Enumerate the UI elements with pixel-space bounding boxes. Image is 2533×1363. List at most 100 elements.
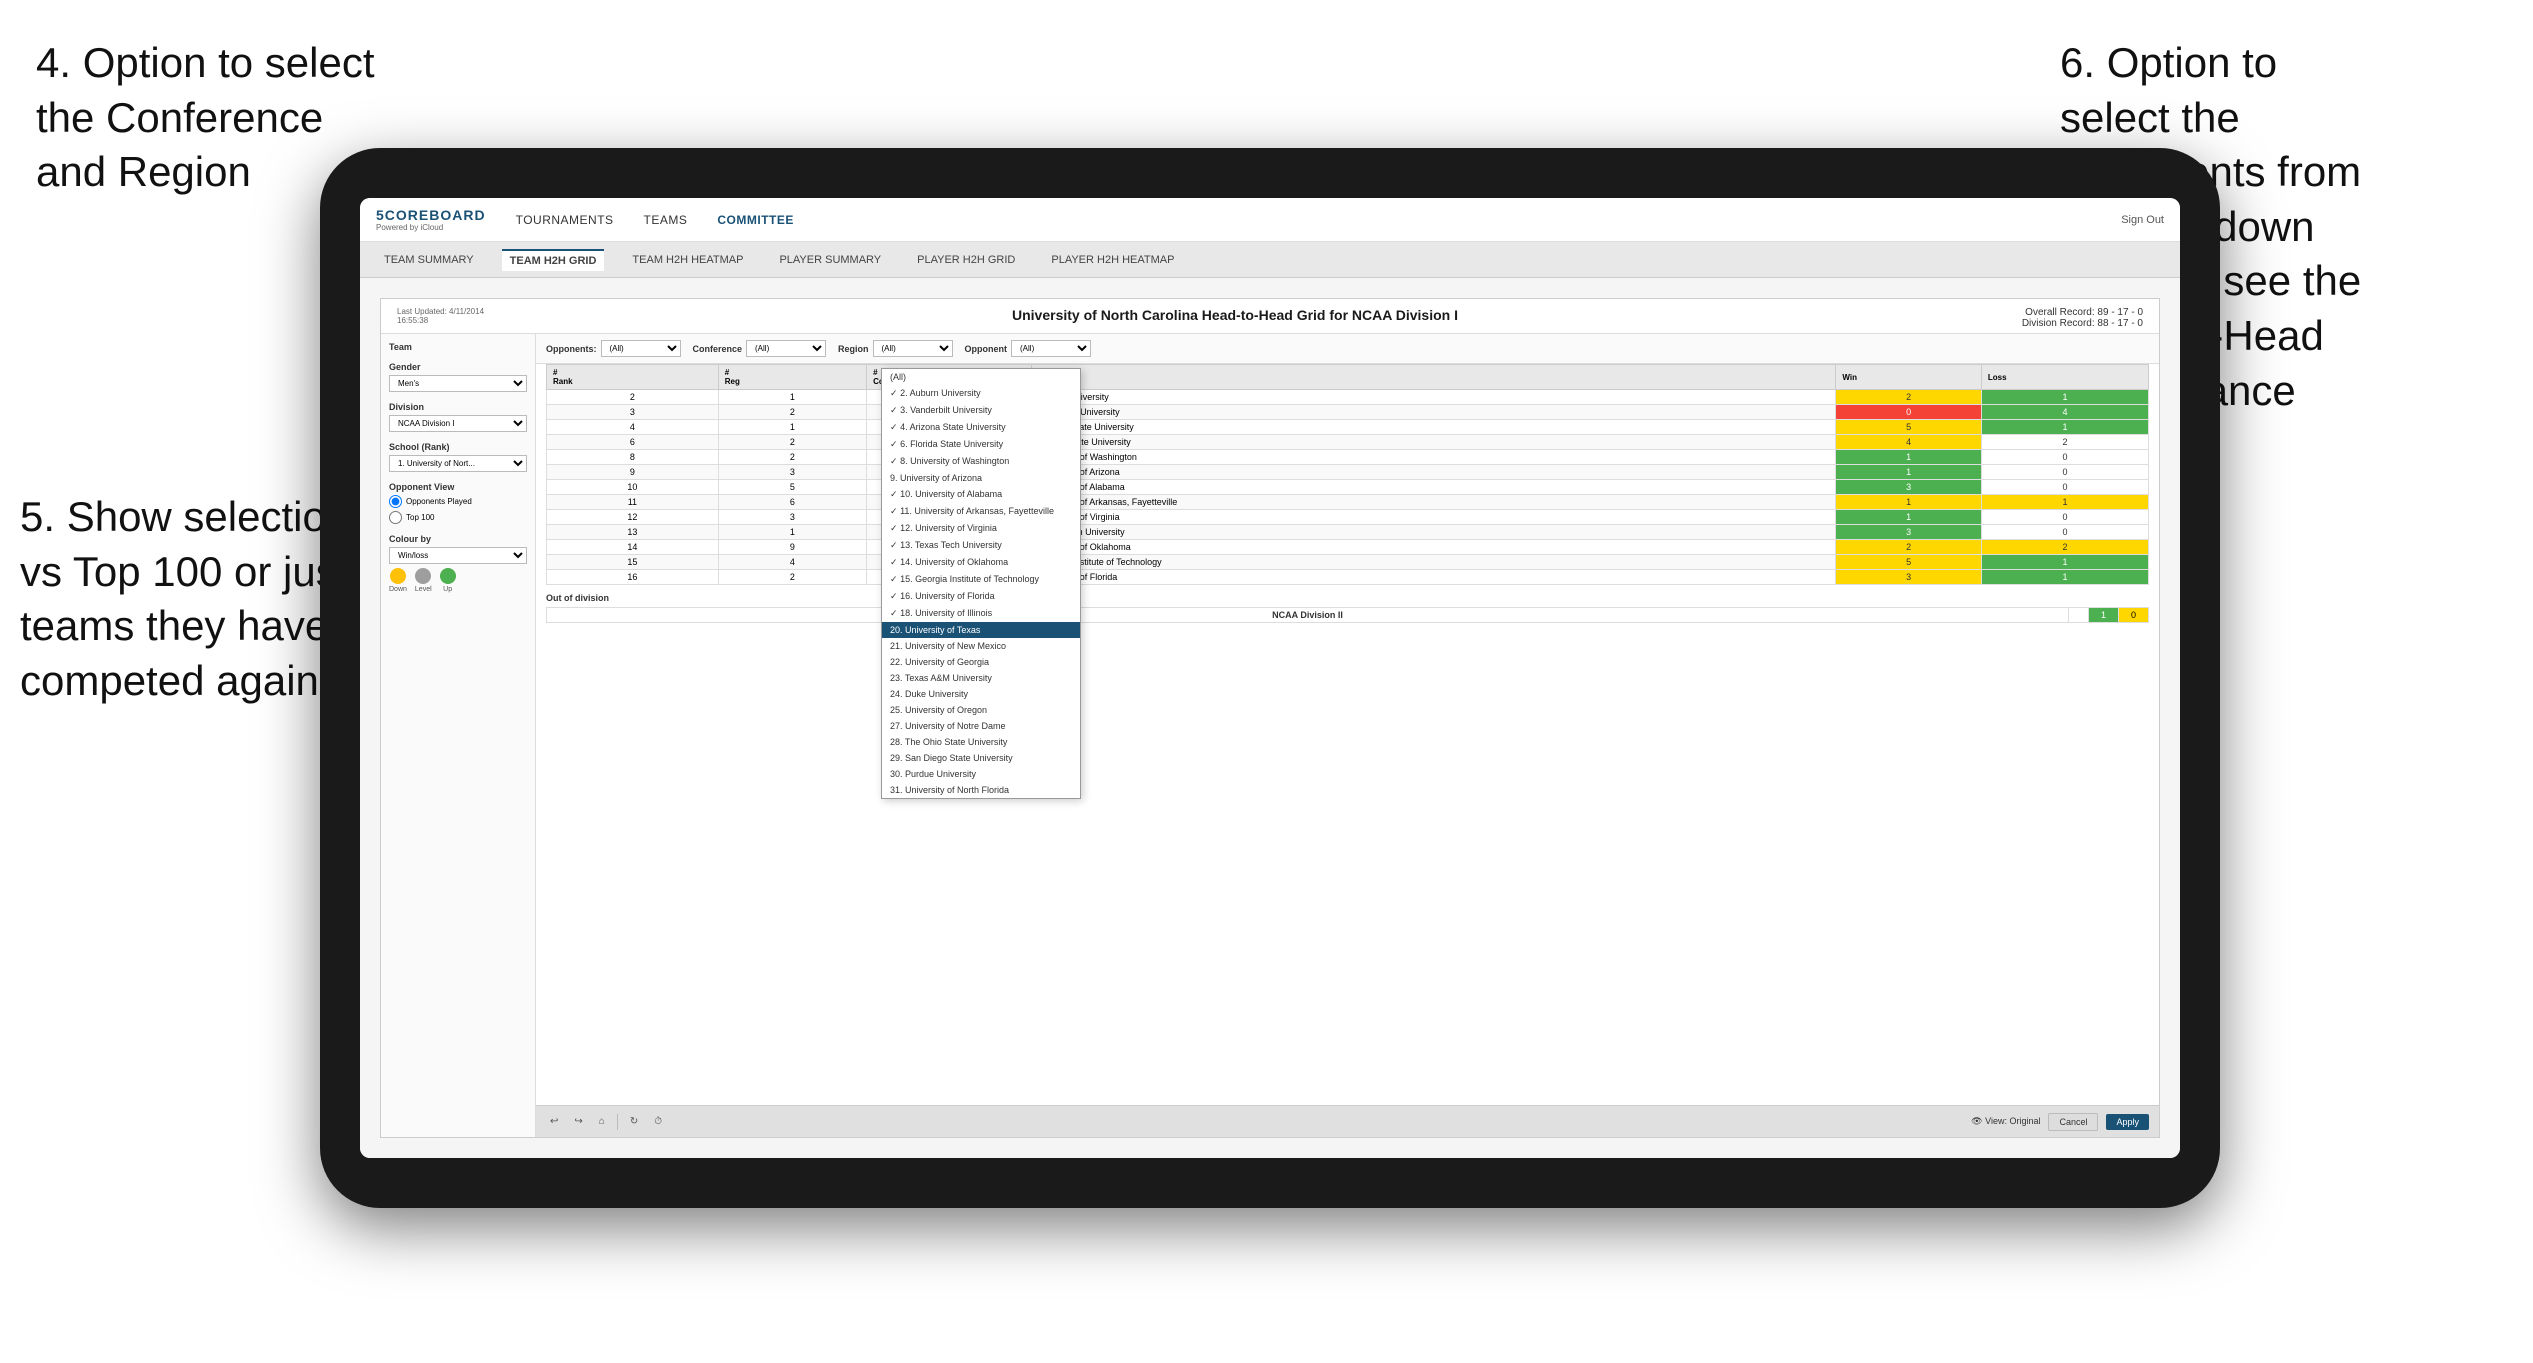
division-label: Division: [389, 402, 527, 412]
dropdown-item-13[interactable]: 13. Texas Tech University: [882, 537, 1080, 554]
tab-team-summary[interactable]: TEAM SUMMARY: [376, 250, 482, 270]
colour-down-label: Down: [389, 586, 407, 593]
colour-level: [415, 568, 431, 584]
cell-reg: 3: [718, 510, 866, 525]
dropdown-item-20[interactable]: 20. University of Texas: [882, 622, 1080, 638]
undo-btn[interactable]: ↩: [546, 1114, 562, 1129]
conference-filter-select[interactable]: (All): [746, 340, 826, 357]
cell-win: 5: [1836, 555, 1982, 570]
dropdown-item-12[interactable]: 12. University of Virginia: [882, 520, 1080, 537]
col-rank: #Rank: [547, 365, 719, 390]
dropdown-item-18[interactable]: 18. University of Illinois: [882, 605, 1080, 622]
opponents-played-option[interactable]: Opponents Played: [389, 495, 527, 508]
top100-option[interactable]: Top 100: [389, 511, 527, 524]
division-select[interactable]: NCAA Division I: [389, 415, 527, 432]
cell-loss: 0: [1981, 525, 2148, 540]
cell-loss: 4: [1981, 405, 2148, 420]
tab-team-h2h-grid[interactable]: TEAM H2H GRID: [502, 249, 605, 271]
tab-player-summary[interactable]: PLAYER SUMMARY: [771, 250, 889, 270]
region-filter-select[interactable]: (All): [873, 340, 953, 357]
dropdown-item-14[interactable]: 14. University of Oklahoma: [882, 554, 1080, 571]
left-sidebar: Team Gender Men's Division NCAA Division…: [381, 334, 536, 1137]
gender-select[interactable]: Men's: [389, 375, 527, 392]
dropdown-item-11[interactable]: 11. University of Arkansas, Fayetteville: [882, 503, 1080, 520]
cell-reg: 6: [718, 495, 866, 510]
col-reg: #Reg: [718, 365, 866, 390]
team-label: Team: [389, 342, 527, 352]
dropdown-item-2[interactable]: 2. Auburn University: [882, 385, 1080, 402]
dropdown-item-29[interactable]: 29. San Diego State University: [882, 750, 1080, 766]
dashboard: Last Updated: 4/11/2014 16:55:38 Univers…: [380, 298, 2160, 1138]
filter-row: Opponents: (All) Conference (All): [536, 334, 2159, 364]
table-row: 16 2 University of Florida 3 1: [547, 570, 2149, 585]
table-area: #Rank #Reg #Conf Opponent Win Loss: [536, 364, 2159, 1105]
redo-btn[interactable]: ↪: [570, 1114, 586, 1129]
opponents-filter-select[interactable]: (All): [601, 340, 681, 357]
nav-teams[interactable]: TEAMS: [644, 213, 688, 227]
tab-player-h2h-grid[interactable]: PLAYER H2H GRID: [909, 250, 1023, 270]
school-select[interactable]: 1. University of Nort...: [389, 455, 527, 472]
dropdown-item-21[interactable]: 21. University of New Mexico: [882, 638, 1080, 654]
cell-opponent: University of Washington: [1031, 450, 1836, 465]
tab-player-h2h-heatmap[interactable]: PLAYER H2H HEATMAP: [1043, 250, 1182, 270]
col-win: Win: [1836, 365, 1982, 390]
table-row: 13 1 Texas Tech University 3 0: [547, 525, 2149, 540]
cell-win: 5: [1836, 420, 1982, 435]
dropdown-item-all[interactable]: (All): [882, 369, 1080, 385]
cell-rank: 6: [547, 435, 719, 450]
cancel-button[interactable]: Cancel: [2048, 1113, 2098, 1131]
dropdown-item-6[interactable]: 6. Florida State University: [882, 436, 1080, 453]
cell-opponent: Georgia Institute of Technology: [1031, 555, 1836, 570]
tab-team-h2h-heatmap[interactable]: TEAM H2H HEATMAP: [624, 250, 751, 270]
out-of-division-row: NCAA Division II 1 0: [547, 608, 2149, 623]
region-filter-label: Region: [838, 344, 869, 354]
dropdown-item-9[interactable]: 9. University of Arizona: [882, 470, 1080, 486]
cell-reg: 1: [718, 420, 866, 435]
dropdown-item-16[interactable]: 16. University of Florida: [882, 588, 1080, 605]
home-btn[interactable]: ⌂: [595, 1114, 609, 1129]
opponents-played-radio[interactable]: [389, 495, 402, 508]
dropdown-item-10[interactable]: 10. University of Alabama: [882, 486, 1080, 503]
dropdown-item-15[interactable]: 15. Georgia Institute of Technology: [882, 571, 1080, 588]
region-filter-group: Region (All): [838, 340, 953, 357]
dropdown-item-28[interactable]: 28. The Ohio State University: [882, 734, 1080, 750]
top-nav: 5COREBOARD Powered by iCloud TOURNAMENTS…: [360, 198, 2180, 242]
opponent-filter-select[interactable]: (All): [1011, 340, 1091, 357]
dropdown-item-4[interactable]: 4. Arizona State University: [882, 419, 1080, 436]
cell-opponent: University of Arkansas, Fayetteville: [1031, 495, 1836, 510]
od-blank1: [2069, 608, 2089, 623]
dropdown-item-31[interactable]: 31. University of North Florida: [882, 782, 1080, 798]
cell-rank: 15: [547, 555, 719, 570]
nav-tournaments[interactable]: TOURNAMENTS: [516, 213, 614, 227]
colour-by-select[interactable]: Win/loss: [389, 547, 527, 564]
gender-section: Gender Men's: [389, 362, 527, 392]
school-label: School (Rank): [389, 442, 527, 452]
opponent-view-section: Opponent View Opponents Played Top 100: [389, 482, 527, 524]
dashboard-title: University of North Carolina Head-to-Hea…: [527, 307, 1943, 323]
conference-filter-group: Conference (All): [693, 340, 827, 357]
cell-rank: 11: [547, 495, 719, 510]
refresh-btn[interactable]: ↻: [626, 1114, 642, 1129]
table-row: 15 4 Georgia Institute of Technology 5 1: [547, 555, 2149, 570]
col-loss: Loss: [1981, 365, 2148, 390]
od-loss: 0: [2119, 608, 2149, 623]
dropdown-item-22[interactable]: 22. University of Georgia: [882, 654, 1080, 670]
clock-btn[interactable]: ⏱: [650, 1114, 666, 1129]
cell-win: 3: [1836, 525, 1982, 540]
cell-loss: 0: [1981, 450, 2148, 465]
cell-reg: 2: [718, 435, 866, 450]
cell-rank: 14: [547, 540, 719, 555]
dropdown-item-24[interactable]: 24. Duke University: [882, 686, 1080, 702]
sign-out[interactable]: Sign Out: [2121, 214, 2164, 226]
dropdown-item-8[interactable]: 8. University of Washington: [882, 453, 1080, 470]
apply-button[interactable]: Apply: [2106, 1114, 2149, 1130]
nav-committee[interactable]: COMMITTEE: [717, 213, 794, 227]
dropdown-item-25[interactable]: 25. University of Oregon: [882, 702, 1080, 718]
dropdown-item-3[interactable]: 3. Vanderbilt University: [882, 402, 1080, 419]
table-header-row: #Rank #Reg #Conf Opponent Win Loss: [547, 365, 2149, 390]
dropdown-item-27[interactable]: 27. University of Notre Dame: [882, 718, 1080, 734]
dropdown-item-30[interactable]: 30. Purdue University: [882, 766, 1080, 782]
view-label: 👁 View: Original: [1971, 1116, 2040, 1127]
dropdown-item-23[interactable]: 23. Texas A&M University: [882, 670, 1080, 686]
top100-radio[interactable]: [389, 511, 402, 524]
